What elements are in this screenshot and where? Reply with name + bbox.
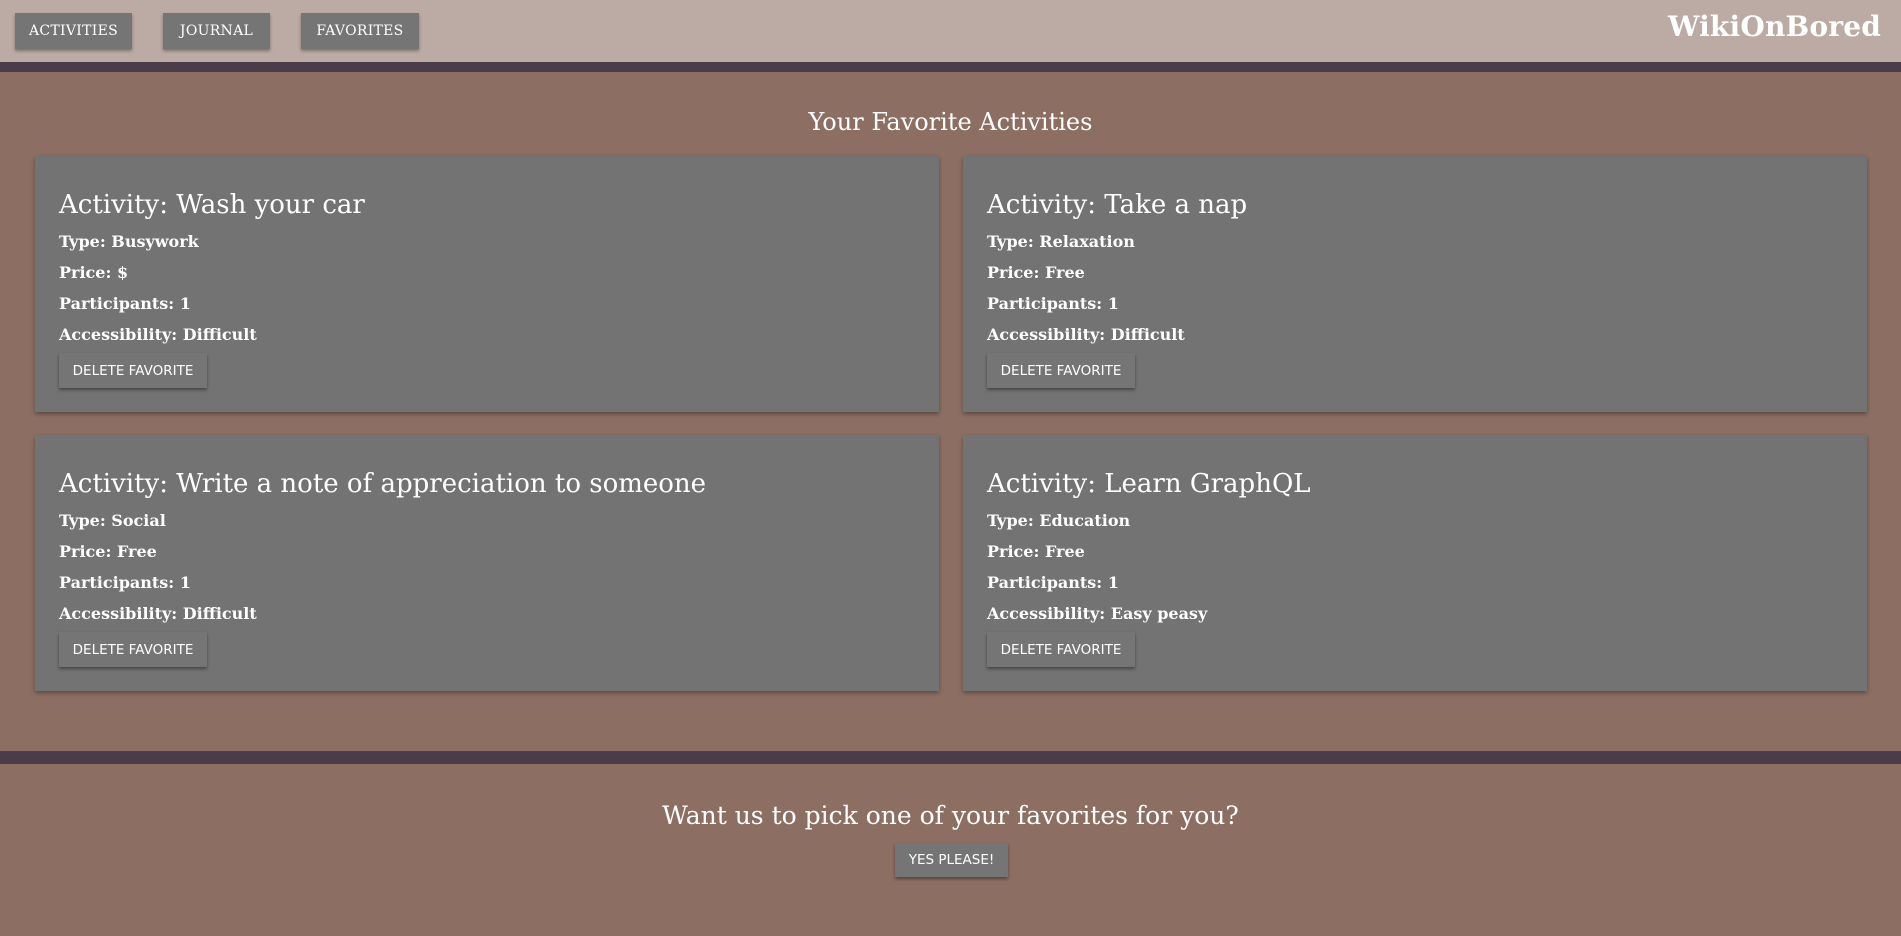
activity-price: Price: Free	[59, 542, 157, 561]
delete-favorite-button[interactable]: DELETE FAVORITE	[987, 353, 1135, 388]
activity-type: Type: Busywork	[59, 232, 199, 251]
nav-activities-button[interactable]: ACTIVITIES	[15, 13, 132, 49]
activity-participants: Participants: 1	[987, 573, 1119, 592]
activity-price: Price: Free	[987, 542, 1085, 561]
activity-participants: Participants: 1	[59, 294, 191, 313]
nav-journal-button[interactable]: JOURNAL	[163, 13, 270, 49]
picker-question: Want us to pick one of your favorites fo…	[662, 801, 1239, 830]
activity-accessibility: Accessibility: Difficult	[987, 325, 1185, 344]
activity-title: Activity: Wash your car	[59, 190, 365, 220]
delete-favorite-button[interactable]: DELETE FAVORITE	[59, 353, 207, 388]
activity-participants: Participants: 1	[987, 294, 1119, 313]
activity-participants: Participants: 1	[59, 573, 191, 592]
delete-favorite-button[interactable]: DELETE FAVORITE	[987, 632, 1135, 667]
favorite-card: Activity: Take a nap Type: Relaxation Pr…	[963, 156, 1867, 412]
delete-favorite-button[interactable]: DELETE FAVORITE	[59, 632, 207, 667]
brand-logo-text[interactable]: WikiOnBored	[1668, 10, 1881, 43]
top-navigation-bar: ACTIVITIES JOURNAL FAVORITES WikiOnBored	[0, 0, 1901, 62]
activity-price: Price: $	[59, 263, 129, 282]
nav-favorites-button[interactable]: FAVORITES	[301, 13, 419, 49]
header-divider	[0, 62, 1901, 72]
section-divider	[0, 751, 1901, 764]
activity-title: Activity: Take a nap	[987, 190, 1248, 220]
activity-accessibility: Accessibility: Difficult	[59, 604, 257, 623]
favorite-card: Activity: Write a note of appreciation t…	[35, 435, 939, 691]
activity-price: Price: Free	[987, 263, 1085, 282]
favorite-card: Activity: Wash your car Type: Busywork P…	[35, 156, 939, 412]
activity-type: Type: Relaxation	[987, 232, 1135, 251]
activity-type: Type: Education	[987, 511, 1131, 530]
activity-accessibility: Accessibility: Difficult	[59, 325, 257, 344]
favorites-section-title: Your Favorite Activities	[808, 108, 1093, 136]
favorite-card: Activity: Learn GraphQL Type: Education …	[963, 435, 1867, 691]
activity-type: Type: Social	[59, 511, 166, 530]
activity-title: Activity: Learn GraphQL	[987, 469, 1311, 499]
activity-accessibility: Accessibility: Easy peasy	[987, 604, 1208, 623]
activity-title: Activity: Write a note of appreciation t…	[59, 469, 707, 499]
yes-please-button[interactable]: YES PLEASE!	[895, 843, 1008, 877]
